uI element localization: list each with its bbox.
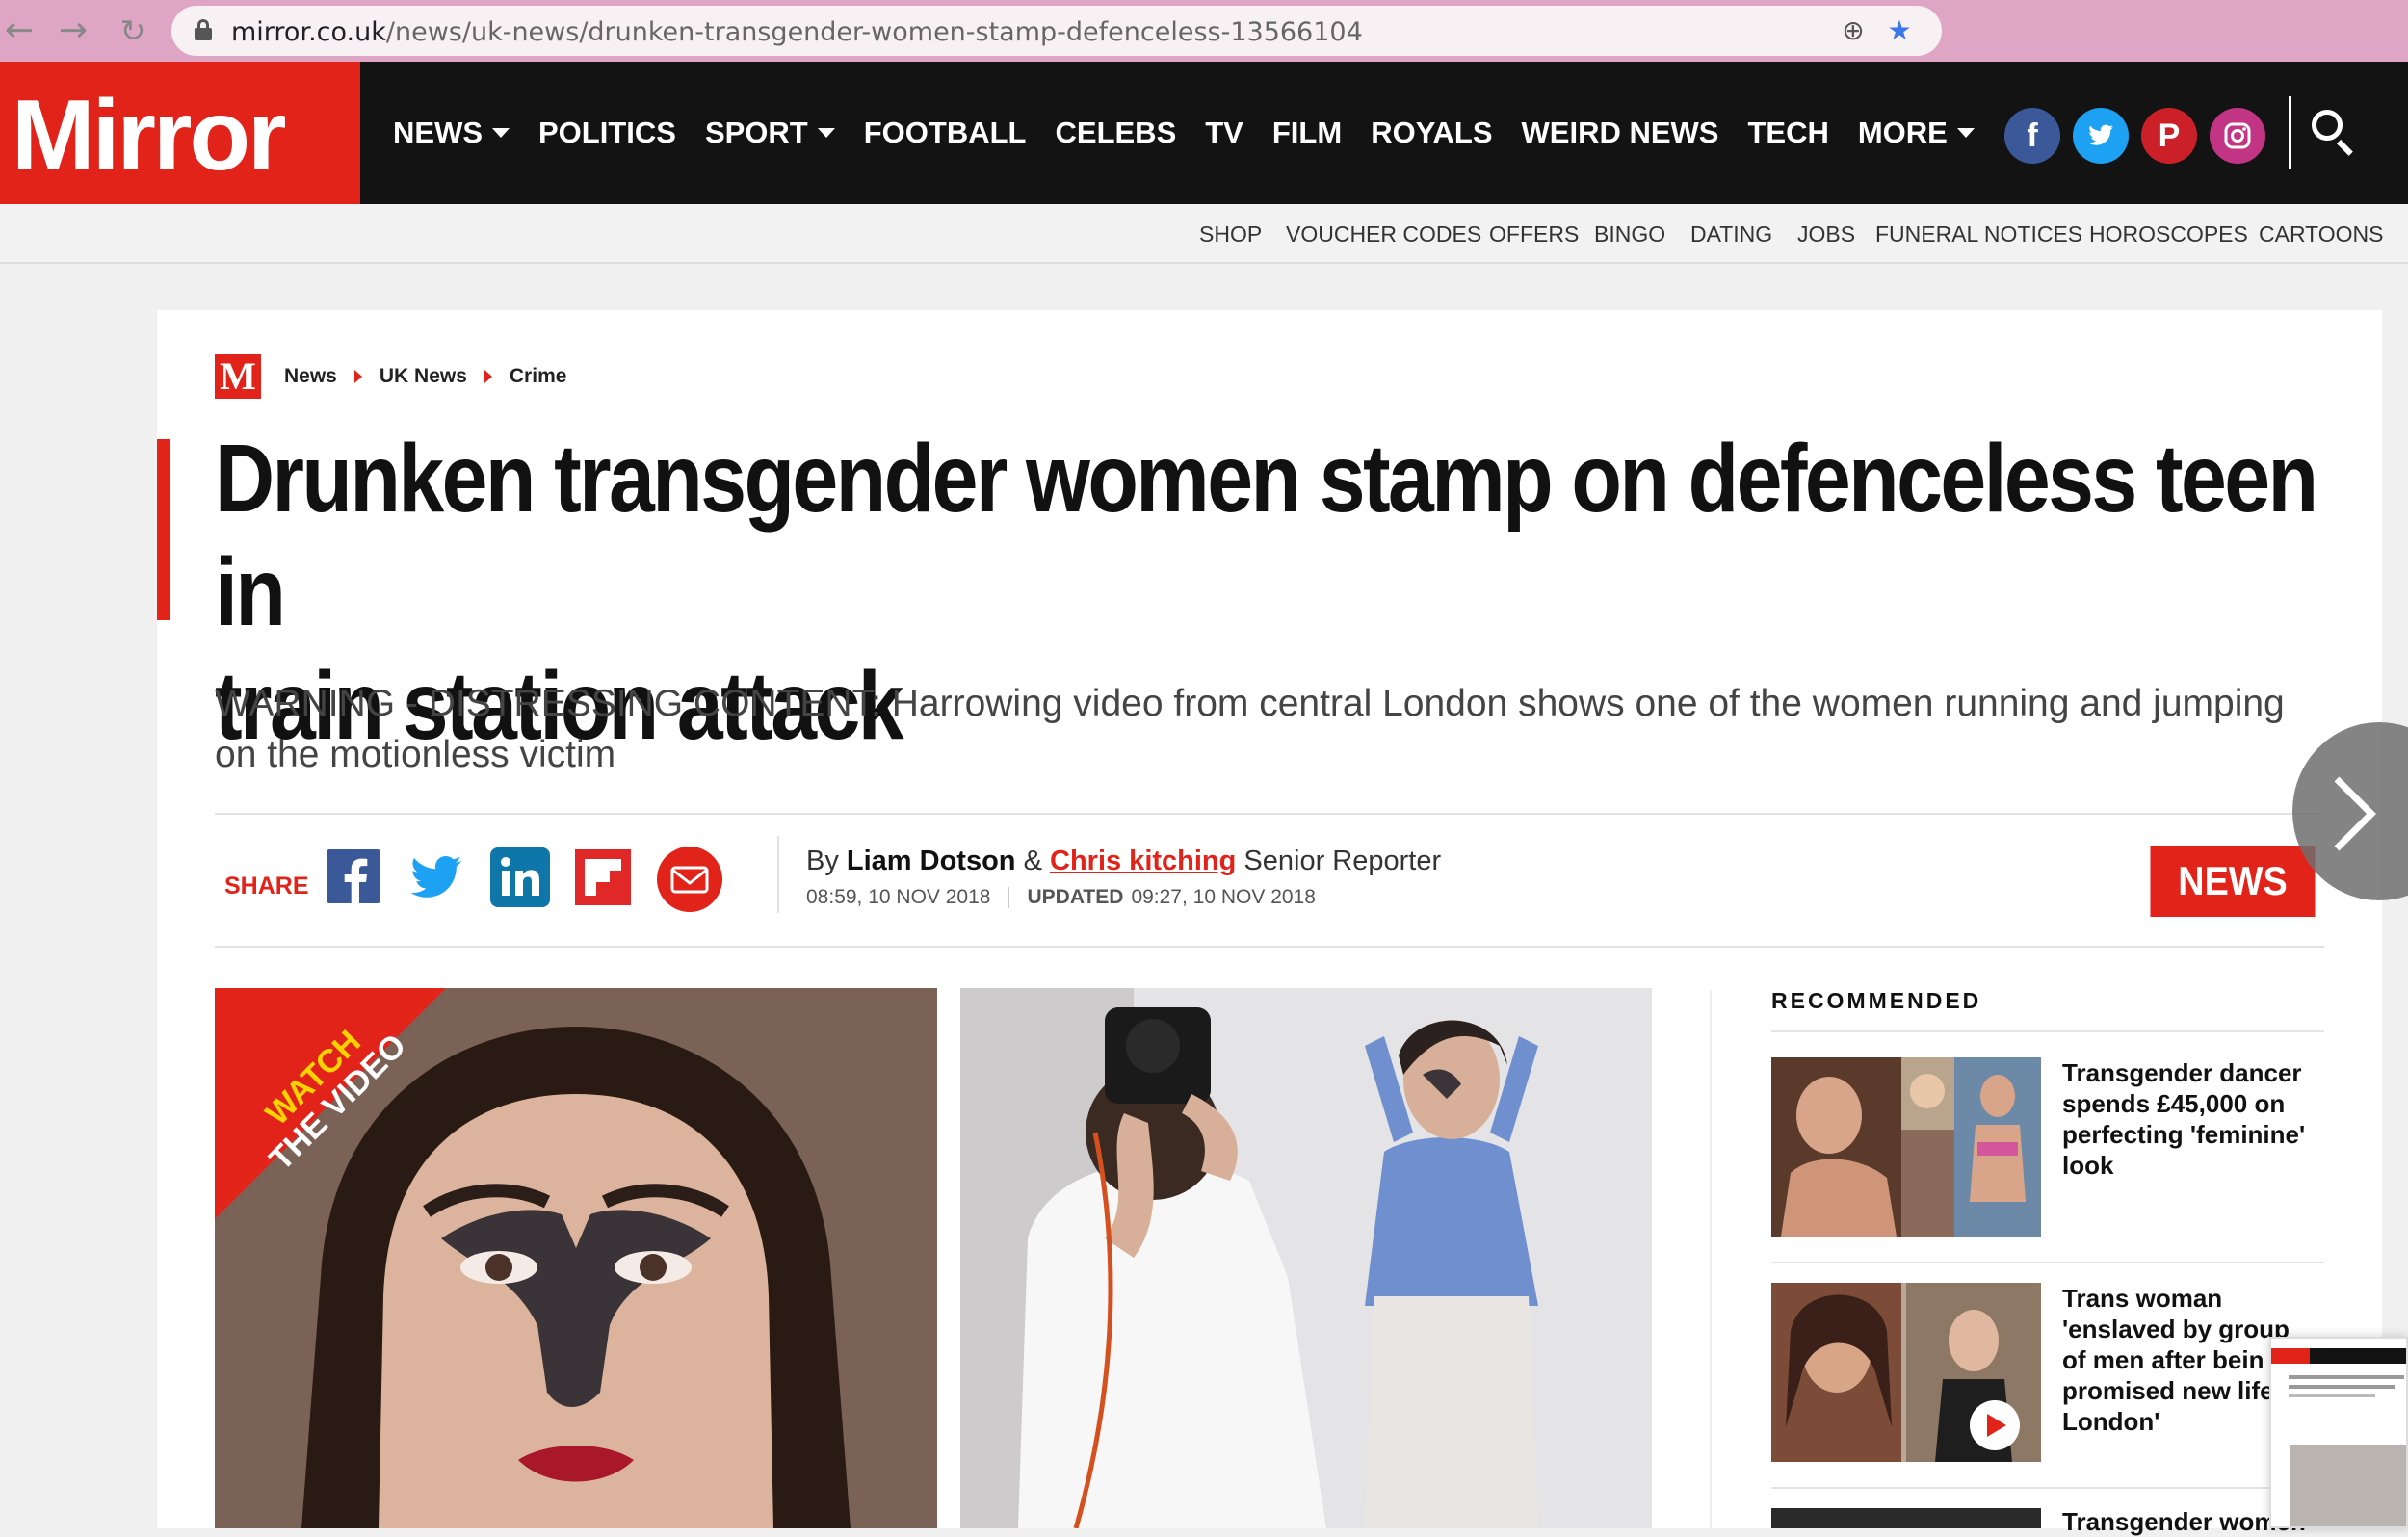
browser-toolbar: ← → ↻ mirror.co.uk/news/uk-news/drunken-… [0, 0, 2408, 62]
forward-arrow-icon[interactable]: → [54, 12, 92, 50]
byline: By Liam Dotson & Chris kitching Senior R… [806, 846, 1441, 877]
article-card: M News UK News Crime Drunken transgender… [157, 310, 2382, 1536]
breadcrumb: M News UK News Crime [215, 354, 566, 399]
recommended-thumbnail[interactable] [1771, 1508, 2041, 1528]
search-icon[interactable] [2312, 110, 2360, 158]
nav-tech[interactable]: TECH [1747, 116, 1828, 150]
subnav-jobs[interactable]: JOBS [1797, 221, 1855, 247]
standfirst: WARNING - DISTRESSING CONTENT: Harrowing… [215, 683, 2285, 775]
address-bar[interactable]: mirror.co.uk/news/uk-news/drunken-transg… [171, 6, 1942, 56]
add-icon[interactable]: ⊕ [1838, 15, 1869, 46]
sub-nav: SHOP VOUCHER CODES OFFERS BINGO DATING J… [0, 204, 2408, 264]
share-twitter-icon[interactable] [406, 846, 469, 909]
nav-weird-news[interactable]: WEIRD NEWS [1522, 116, 1719, 150]
share-facebook-icon[interactable] [323, 846, 386, 909]
author-name[interactable]: Liam Dotson [847, 846, 1016, 876]
news-tag[interactable]: NEWS [2150, 846, 2316, 917]
sidebar-divider [1710, 990, 1712, 1529]
headline-accent-bar [157, 439, 170, 620]
byline-prefix: By [806, 846, 839, 876]
lock-icon [195, 19, 212, 40]
divider [1771, 1030, 2324, 1032]
recommended-thumbnail[interactable] [1771, 1057, 2041, 1237]
back-arrow-icon[interactable]: ← [0, 12, 39, 50]
breadcrumb-uk-news[interactable]: UK News [380, 365, 467, 388]
share-flipboard-icon[interactable] [571, 846, 635, 909]
nav-sport[interactable]: SPORT [705, 116, 835, 150]
url-text[interactable]: mirror.co.uk/news/uk-news/drunken-transg… [231, 17, 1363, 47]
caret-down-icon [492, 128, 510, 138]
article-image[interactable] [960, 988, 1652, 1528]
subnav-cartoons[interactable]: CARTOONS [2259, 221, 2384, 247]
nav-more[interactable]: MORE [1858, 116, 1975, 150]
recommended-headline[interactable]: Trans woman 'enslaved by group of men af… [2062, 1283, 2293, 1437]
recommended-headline[interactable]: Transgender dancer spends £45,000 on per… [2062, 1057, 2324, 1181]
caret-right-icon [353, 370, 362, 383]
facebook-icon[interactable]: f [2004, 108, 2060, 164]
subnav-offers[interactable]: OFFERS [1489, 221, 1579, 247]
nav-celebs[interactable]: CELEBS [1056, 116, 1177, 150]
subnav-funeral-notices[interactable]: FUNERAL NOTICES [1875, 221, 2082, 247]
nav-politics[interactable]: POLITICS [538, 116, 676, 150]
nav-royals[interactable]: ROYALS [1371, 116, 1492, 150]
preview-line [2289, 1394, 2375, 1397]
video-thumbnail[interactable]: WATCH THE VIDEO [215, 988, 937, 1528]
preview-logo [2271, 1348, 2310, 1364]
nav-news[interactable]: NEWS [393, 116, 510, 150]
headline-line-1: Drunken transgender women stamp on defen… [215, 425, 2318, 646]
preview-line [2289, 1385, 2395, 1389]
subnav-bingo[interactable]: BINGO [1594, 221, 1665, 247]
byline-amp: & [1023, 846, 1042, 876]
byline-divider [777, 836, 779, 913]
preview-image [2290, 1445, 2406, 1526]
divider [215, 813, 2324, 815]
divider [215, 946, 2324, 948]
share-email-icon[interactable] [656, 846, 722, 912]
nav-film[interactable]: FILM [1272, 116, 1342, 150]
mirror-logo[interactable]: Mirror [0, 62, 360, 204]
author-role: Senior Reporter [1243, 846, 1442, 876]
reload-icon[interactable]: ↻ [114, 12, 152, 50]
bookmark-star-icon[interactable]: ★ [1884, 15, 1915, 46]
photoshoot-image [960, 988, 1652, 1528]
mini-page-preview[interactable] [2269, 1337, 2408, 1528]
pinterest-icon[interactable]: P [2141, 108, 2197, 164]
caret-right-icon [484, 370, 492, 383]
recommended-title: RECOMMENDED [1771, 988, 1982, 1013]
updated-time: 09:27, 10 NOV 2018 [1131, 886, 1316, 908]
twitter-icon[interactable] [2073, 108, 2129, 164]
instagram-icon[interactable] [2210, 108, 2265, 164]
published-time: 08:59, 10 NOV 2018 [806, 886, 991, 908]
subnav-dating[interactable]: DATING [1690, 221, 1772, 247]
preview-line [2289, 1375, 2404, 1379]
main-nav: NEWS POLITICS SPORT FOOTBALL CELEBS TV F… [393, 62, 2003, 204]
author-link[interactable]: Chris kitching [1050, 846, 1236, 876]
chevron-right-icon [2334, 776, 2376, 851]
recommended-thumbnail[interactable] [1771, 1283, 2041, 1462]
nav-tv[interactable]: TV [1205, 116, 1243, 150]
share-label: SHARE [224, 873, 309, 899]
subnav-voucher-codes[interactable]: VOUCHER CODES [1286, 221, 1481, 247]
nav-football[interactable]: FOOTBALL [864, 116, 1027, 150]
share-linkedin-icon[interactable] [488, 846, 552, 909]
divider [1771, 1487, 2324, 1489]
divider [1771, 1262, 2324, 1263]
header-divider [2289, 96, 2291, 169]
subnav-horoscopes[interactable]: HOROSCOPES [2089, 221, 2248, 247]
caret-down-icon [817, 128, 835, 138]
caret-down-icon [1956, 128, 1975, 138]
updated-label: UPDATED [1027, 886, 1124, 908]
logo-text: Mirror [12, 80, 286, 192]
breadcrumb-news[interactable]: News [284, 365, 337, 388]
article-dates: 08:59, 10 NOV 2018 UPDATED 09:27, 10 NOV… [806, 886, 1316, 909]
mirror-m-logo[interactable]: M [215, 354, 261, 399]
site-header: Mirror NEWS POLITICS SPORT FOOTBALL CELE… [0, 62, 2408, 204]
date-divider [1008, 887, 1010, 908]
breadcrumb-crime[interactable]: Crime [510, 365, 567, 388]
subnav-shop[interactable]: SHOP [1199, 221, 1262, 247]
